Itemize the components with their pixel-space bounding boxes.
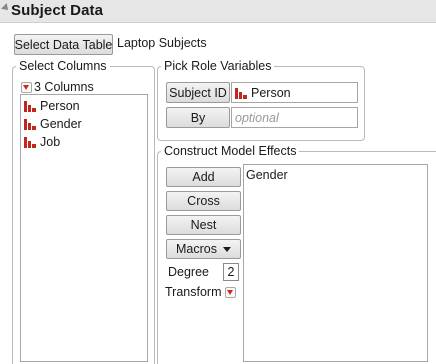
cross-button[interactable]: Cross bbox=[166, 191, 241, 211]
nominal-icon bbox=[24, 118, 36, 130]
by-field[interactable] bbox=[231, 107, 358, 128]
model-effects-list[interactable]: Gender bbox=[243, 164, 428, 362]
dropdown-arrow-icon bbox=[222, 246, 231, 252]
transform-red-triangle-icon[interactable] bbox=[225, 287, 236, 298]
by-button[interactable]: By bbox=[166, 107, 230, 128]
red-triangle-menu-icon[interactable] bbox=[21, 81, 32, 93]
columns-count: 3 Columns bbox=[21, 80, 94, 94]
pick-role-legend: Pick Role Variables bbox=[161, 59, 275, 73]
degree-label: Degree bbox=[168, 265, 209, 279]
column-item-label: Job bbox=[40, 134, 61, 149]
select-columns-panel: Select Columns 3 Columns Person Gender J… bbox=[12, 59, 155, 364]
subject-id-field[interactable]: Person bbox=[231, 82, 358, 103]
data-table-name: Laptop Subjects bbox=[117, 36, 207, 50]
transform-label: Transform bbox=[165, 285, 222, 299]
add-button[interactable]: Add bbox=[166, 167, 241, 187]
nominal-icon bbox=[24, 136, 36, 148]
nominal-icon bbox=[235, 87, 247, 99]
disclosure-triangle-icon[interactable] bbox=[1, 3, 11, 13]
nest-button[interactable]: Nest bbox=[166, 215, 241, 235]
by-input[interactable] bbox=[235, 110, 353, 125]
effect-item[interactable]: Gender bbox=[246, 168, 288, 182]
subject-id-value: Person bbox=[251, 85, 291, 100]
outline-title: Subject Data bbox=[11, 2, 104, 19]
column-item-label: Gender bbox=[40, 116, 82, 131]
macros-label: Macros bbox=[176, 242, 217, 256]
select-data-table-button[interactable]: Select Data Table bbox=[14, 34, 113, 55]
column-item-job[interactable]: Job bbox=[24, 133, 60, 150]
column-item-label: Person bbox=[40, 98, 80, 113]
construct-model-legend: Construct Model Effects bbox=[161, 144, 300, 158]
column-list[interactable]: Person Gender Job bbox=[20, 94, 148, 362]
outline-header: Subject Data bbox=[0, 0, 436, 23]
subject-data-dialog: Subject Data Select Data Table Laptop Su… bbox=[0, 0, 436, 364]
macros-button[interactable]: Macros bbox=[166, 239, 241, 259]
columns-count-label: 3 Columns bbox=[34, 80, 94, 94]
degree-field[interactable]: 2 bbox=[223, 263, 239, 281]
construct-model-effects-panel: Construct Model Effects Add Cross Nest M… bbox=[157, 144, 436, 364]
pick-role-variables-panel: Pick Role Variables Subject ID Person By bbox=[157, 59, 365, 141]
column-item-gender[interactable]: Gender bbox=[24, 115, 82, 132]
column-item-person[interactable]: Person bbox=[24, 97, 80, 114]
select-columns-legend: Select Columns bbox=[16, 59, 110, 73]
nominal-icon bbox=[24, 100, 36, 112]
subject-id-button[interactable]: Subject ID bbox=[166, 82, 230, 103]
